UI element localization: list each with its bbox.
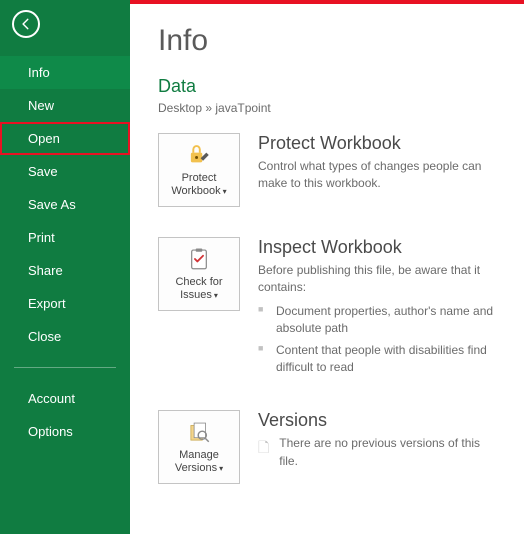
lock-key-icon xyxy=(186,142,212,168)
back-button[interactable] xyxy=(12,10,40,38)
page-title: Info xyxy=(158,24,496,58)
sidebar-item-close[interactable]: Close xyxy=(0,320,130,353)
sidebar-item-save[interactable]: Save xyxy=(0,155,130,188)
sidebar-item-new[interactable]: New xyxy=(0,89,130,122)
chevron-down-icon: ▾ xyxy=(219,464,223,473)
section-title: Versions xyxy=(258,410,496,431)
section-desc: There are no previous versions of this f… xyxy=(279,435,496,470)
protect-workbook-button[interactable]: Protect Workbook▾ xyxy=(158,133,240,207)
section-desc: Before publishing this file, be aware th… xyxy=(258,262,496,297)
document-name: Data xyxy=(158,76,496,97)
document-icon: 🗋 xyxy=(258,437,269,461)
section-title: Protect Workbook xyxy=(258,133,496,154)
list-item: Content that people with disabilities fi… xyxy=(258,342,496,377)
document-stack-icon xyxy=(186,419,212,445)
sidebar: Info New Open Save Save As Print Share E… xyxy=(0,0,130,534)
top-accent-bar xyxy=(130,0,524,4)
sidebar-item-export[interactable]: Export xyxy=(0,287,130,320)
sidebar-item-info[interactable]: Info xyxy=(0,56,130,89)
section-protect: Protect Workbook▾ Protect Workbook Contr… xyxy=(158,133,496,207)
sidebar-item-account[interactable]: Account xyxy=(0,382,130,415)
breadcrumb: Desktop » javaTpoint xyxy=(158,101,496,115)
inspect-bullets: Document properties, author's name and a… xyxy=(258,303,496,377)
content-pane: Info Data Desktop » javaTpoint Protect W… xyxy=(130,0,524,534)
sidebar-item-share[interactable]: Share xyxy=(0,254,130,287)
sidebar-item-options[interactable]: Options xyxy=(0,415,130,448)
arrow-left-icon xyxy=(19,17,33,31)
chevron-down-icon: ▾ xyxy=(223,187,227,196)
sidebar-item-print[interactable]: Print xyxy=(0,221,130,254)
check-issues-button[interactable]: Check for Issues▾ xyxy=(158,237,240,311)
backstage-view: Info New Open Save Save As Print Share E… xyxy=(0,0,524,534)
section-inspect: Check for Issues▾ Inspect Workbook Befor… xyxy=(158,237,496,380)
section-title: Inspect Workbook xyxy=(258,237,496,258)
list-item: Document properties, author's name and a… xyxy=(258,303,496,338)
tile-label: Check for Issues▾ xyxy=(159,276,239,302)
section-versions: Manage Versions▾ Versions 🗋 There are no… xyxy=(158,410,496,484)
sidebar-divider xyxy=(14,367,116,368)
clipboard-check-icon xyxy=(186,246,212,272)
manage-versions-button[interactable]: Manage Versions▾ xyxy=(158,410,240,484)
sidebar-item-saveas[interactable]: Save As xyxy=(0,188,130,221)
sidebar-item-open[interactable]: Open xyxy=(0,122,130,155)
tile-label: Protect Workbook▾ xyxy=(159,172,239,198)
tile-label: Manage Versions▾ xyxy=(159,449,239,475)
chevron-down-icon: ▾ xyxy=(214,291,218,300)
section-desc: Control what types of changes people can… xyxy=(258,158,496,193)
